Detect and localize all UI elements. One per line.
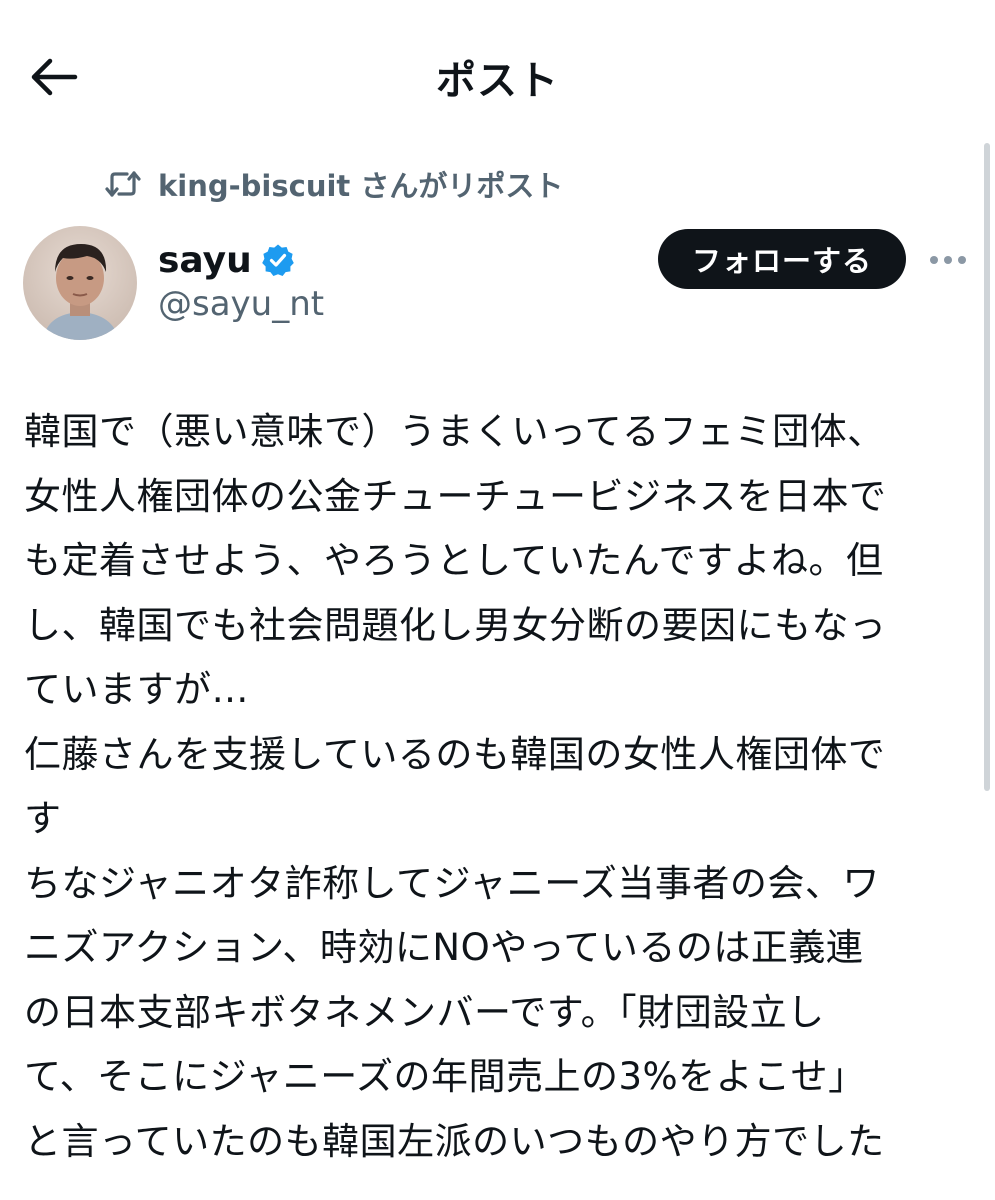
post-text-line: 韓国で（悪い意味で）うまくいってるフェミ団体、 xyxy=(24,410,885,453)
more-options-button[interactable] xyxy=(925,240,971,280)
post-text-line: 女性人権団体の公金チューチュービジネスを日本で xyxy=(24,474,887,518)
post-text-line: の日本支部キボタネメンバーです。「財団設立し xyxy=(24,990,825,1034)
follow-button[interactable]: フォローする xyxy=(658,229,906,289)
verified-badge-icon xyxy=(260,242,296,278)
page-title: ポスト xyxy=(436,58,559,104)
author-name-row[interactable]: sayu xyxy=(158,236,296,284)
repost-icon xyxy=(104,165,142,203)
post-text: 韓国で（悪い意味で）うまくいってるフェミ団体、 女性人権団体の公金チューチュービ… xyxy=(24,400,964,1174)
more-options-icon xyxy=(928,251,968,270)
avatar[interactable] xyxy=(23,226,137,340)
post-text-line: と言っていたのも韓国左派のいつものやり方でした xyxy=(24,1119,885,1163)
top-bar: ポスト xyxy=(0,0,995,150)
repost-text: king-biscuit さんがリポスト xyxy=(158,169,564,203)
post-text-line: ちなジャニオタ詐称してジャニーズ当事者の会、ワ xyxy=(24,861,880,905)
post-text-line: て、そこにジャニーズの年間売上の3%をよこせ」 xyxy=(24,1055,866,1098)
post-text-line: も定着させよう、やろうとしていたんですよね。但 xyxy=(24,539,884,582)
author-handle[interactable]: @sayu_nt xyxy=(158,284,324,324)
scrollbar[interactable] xyxy=(984,143,990,791)
post-text-line: し、韓国でも社会問題化し男女分断の要因にもなっ xyxy=(24,603,887,647)
post-text-line: ニズアクション、時効にNOやっているのは正義連 xyxy=(24,926,864,969)
post-text-line: す xyxy=(24,797,62,840)
post-text-line: ていますが… xyxy=(24,668,249,711)
repost-context[interactable]: king-biscuit さんがリポスト xyxy=(104,164,563,204)
display-name[interactable]: sayu xyxy=(158,240,252,281)
post-text-line: 仁藤さんを支援しているのも韓国の女性人権団体で xyxy=(24,732,886,776)
